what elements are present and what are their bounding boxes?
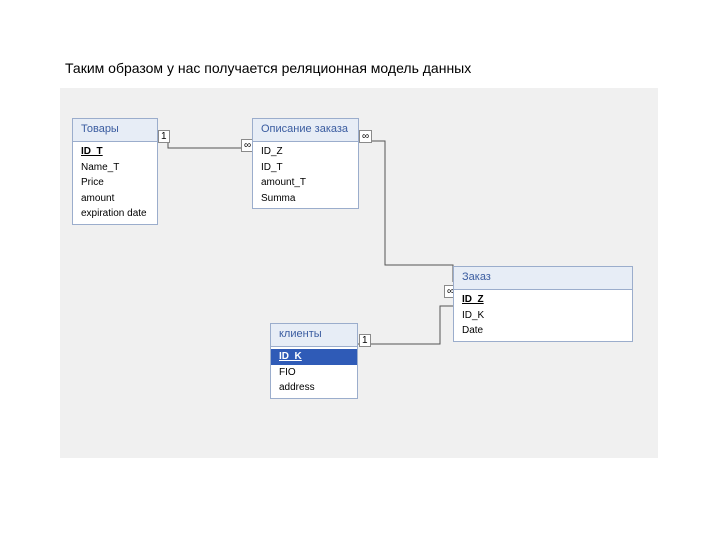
field: ID_K bbox=[454, 308, 632, 324]
field: amount bbox=[73, 191, 157, 207]
field: ID_Z bbox=[454, 292, 632, 308]
field: ID_Z bbox=[253, 144, 358, 160]
field: ID_K bbox=[271, 349, 357, 365]
page-heading: Таким образом у нас получается реляционн… bbox=[65, 60, 471, 76]
diagram-canvas: 1 ∞ ∞ 1 ∞ 1 Товары ID_T Name_T Price amo… bbox=[60, 88, 658, 458]
field: Date bbox=[454, 323, 632, 339]
field: amount_T bbox=[253, 175, 358, 191]
entity-order-desc-fields: ID_Z ID_T amount_T Summa bbox=[253, 142, 358, 208]
entity-clients-fields: ID_K FIO address bbox=[271, 347, 357, 398]
entity-order[interactable]: Заказ ID_Z ID_K Date bbox=[453, 266, 633, 342]
field: expiration date bbox=[73, 206, 157, 222]
field: ID_T bbox=[253, 160, 358, 176]
entity-goods[interactable]: Товары ID_T Name_T Price amount expirati… bbox=[72, 118, 158, 225]
field: Name_T bbox=[73, 160, 157, 176]
entity-goods-title: Товары bbox=[73, 119, 157, 142]
entity-clients[interactable]: клиенты ID_K FIO address bbox=[270, 323, 358, 399]
field: Price bbox=[73, 175, 157, 191]
card-goods-one: 1 bbox=[158, 130, 170, 143]
field: ID_T bbox=[73, 144, 157, 160]
card-clients-one: 1 bbox=[359, 334, 371, 347]
entity-order-fields: ID_Z ID_K Date bbox=[454, 290, 632, 341]
entity-order-desc[interactable]: Описание заказа ID_Z ID_T amount_T Summa bbox=[252, 118, 359, 209]
entity-order-title: Заказ bbox=[454, 267, 632, 290]
field: FIO bbox=[271, 365, 357, 381]
entity-clients-title: клиенты bbox=[271, 324, 357, 347]
card-orderdesc-many-right: ∞ bbox=[359, 130, 372, 143]
field: Summa bbox=[253, 191, 358, 207]
entity-goods-fields: ID_T Name_T Price amount expiration date bbox=[73, 142, 157, 224]
field: address bbox=[271, 380, 357, 396]
entity-order-desc-title: Описание заказа bbox=[253, 119, 358, 142]
